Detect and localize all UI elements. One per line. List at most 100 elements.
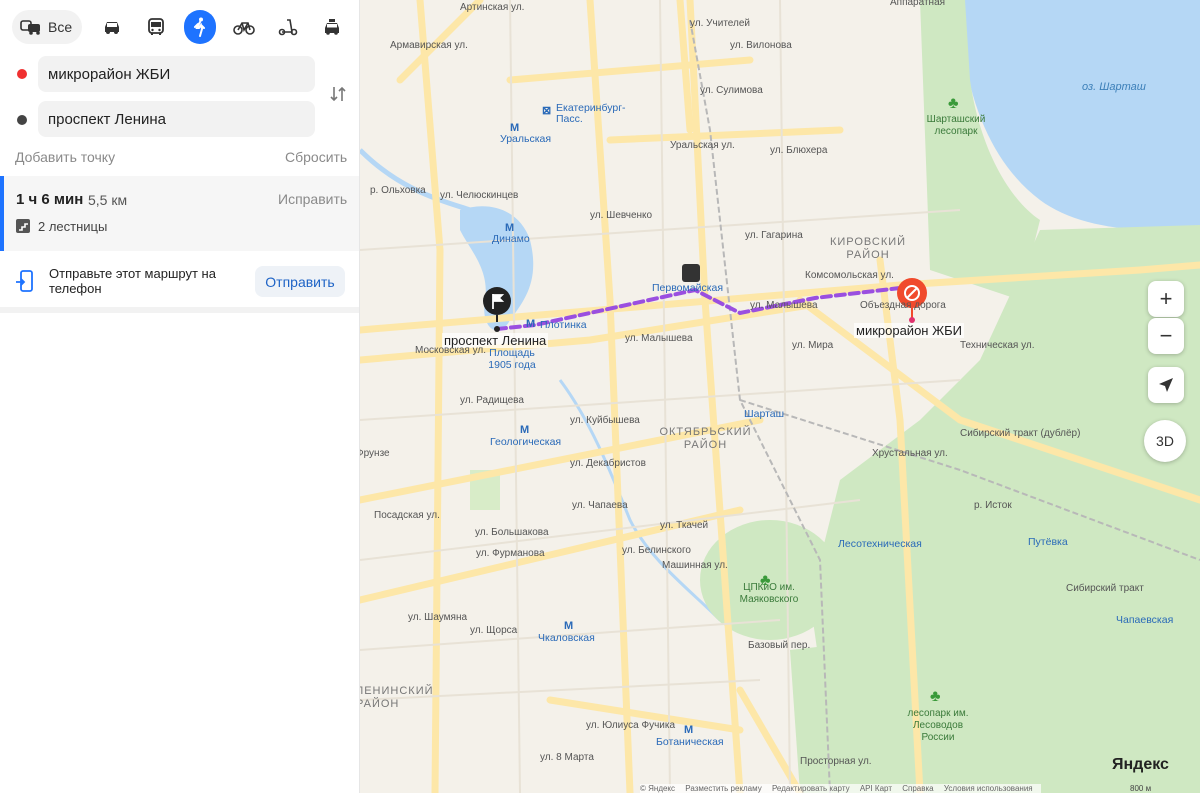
street-label: ул. Малышева (750, 300, 818, 311)
metro-label: Плотинка (540, 319, 587, 331)
view-3d-button[interactable]: 3D (1144, 420, 1186, 462)
street-label: ул. Чапаева (572, 500, 628, 511)
zoom-out-button[interactable]: − (1148, 318, 1184, 354)
street-label: ул. Малышева (625, 333, 693, 344)
route-option-card[interactable]: 1 ч 6 мин 5,5 км Исправить 2 лестницы (0, 176, 359, 251)
district-label: ЛЕНИНСКИЙ РАЙОН (360, 685, 434, 710)
mode-scooter-button[interactable] (272, 10, 304, 44)
street-label: ул. Юлиуса Фучика (586, 720, 676, 731)
destination-place-label: микрорайон ЖБИ (854, 323, 964, 338)
copyright-text: © Яндекс (640, 784, 676, 793)
mode-walk-button[interactable] (184, 10, 217, 44)
street-label: Техническая ул. (960, 340, 1035, 351)
metro-label: Геологическая (490, 436, 562, 448)
park-icon: ♣ (930, 688, 941, 705)
street-label: ул. Радищева (460, 395, 524, 406)
send-to-phone-text: Отправьте этот маршрут на телефон (49, 266, 216, 296)
station-label: Первомайская (652, 282, 724, 294)
locate-me-button[interactable] (1148, 367, 1184, 403)
street-label: Машинная ул. (662, 560, 728, 571)
destination-input[interactable]: проспект Ленина (38, 101, 315, 137)
mode-taxi-button[interactable] (316, 10, 348, 44)
car-bus-icon (20, 20, 40, 35)
mode-all-label: Все (48, 19, 73, 35)
metro-icon: M (526, 318, 536, 330)
river-label: р. Ольховка (370, 185, 426, 196)
street-label: Хрустальная ул. (872, 448, 948, 459)
stairs-icon (16, 219, 30, 233)
river-label: р. Исток (974, 500, 1012, 511)
terms-link[interactable]: Условия использования (944, 784, 1033, 793)
street-label: ул. Гагарина (745, 230, 803, 241)
street-label: ул. 8 Марта (540, 752, 594, 763)
park-label: ЦПКиО им. Маяковского (739, 582, 799, 605)
street-label: ул. Вилонова (730, 40, 792, 51)
district-label: КИРОВСКИЙ РАЙОН (829, 236, 907, 261)
reset-link[interactable]: Сбросить (285, 149, 347, 165)
swap-points-icon[interactable] (328, 84, 348, 104)
mode-car-button[interactable] (96, 10, 128, 44)
district-label: ОКТЯБРЬСКИЙ РАЙОН (659, 426, 752, 451)
station-label: Путёвка (1028, 536, 1068, 548)
lake-label: оз. Шарташ (1082, 81, 1146, 93)
ads-link[interactable]: Разместить рекламу (685, 784, 761, 793)
street-label: Уральская ул. (670, 140, 735, 151)
metro-icon: M (520, 424, 530, 436)
edit-map-link[interactable]: Редактировать карту (772, 784, 850, 793)
park-label: лесопарк им. Лесоводов России (907, 708, 969, 743)
send-button[interactable]: Отправить (255, 266, 345, 297)
street-label: ул. Большакова (475, 527, 549, 538)
rail-station-icon: ⊠ (542, 105, 552, 117)
street-label: ул. Белинского (622, 545, 691, 556)
taxi-icon (325, 19, 340, 35)
street-label: Сибирский тракт (дублёр) (960, 428, 1081, 439)
transport-modes: Все (12, 10, 360, 44)
street-label: Базовый пер. (748, 640, 811, 651)
route-duration: 1 ч 6 мин (16, 191, 84, 208)
street-label: ул. Челюскинцев (440, 190, 519, 201)
street-label: ул. Сулимова (700, 85, 763, 96)
stairs-marker-icon (682, 264, 700, 282)
car-icon (105, 22, 120, 34)
street-label: Комсомольская ул. (805, 270, 894, 281)
mode-all-button[interactable]: Все (12, 10, 83, 44)
street-label: ул. Ткачей (660, 520, 709, 531)
street-label: Аппаратная (890, 0, 946, 8)
street-label: Посадская ул. (374, 510, 440, 521)
street-label: ул. Блюхера (770, 145, 828, 156)
station-label: Шарташ (744, 408, 785, 420)
street-label: Фрунзе (360, 448, 390, 459)
zoom-in-button[interactable]: + (1148, 281, 1184, 317)
street-label: ул. Шевченко (590, 210, 653, 221)
add-point-link[interactable]: Добавить точку (15, 149, 115, 165)
help-link[interactable]: Справка (902, 784, 933, 793)
mode-bus-button[interactable] (140, 10, 172, 44)
mode-bicycle-button[interactable] (228, 10, 260, 44)
street-label: Московская ул. (415, 345, 486, 356)
map-scale: 800 м (1130, 784, 1152, 793)
metro-label: Уральская (500, 133, 552, 145)
street-label: Артинская ул. (460, 2, 525, 13)
street-label: ул. Учителей (690, 18, 750, 29)
street-label: ул. Фурманова (476, 548, 545, 559)
bicycle-icon (233, 22, 255, 35)
origin-input[interactable]: микрорайон ЖБИ (38, 56, 315, 92)
square-label: Площадь 1905 года (488, 347, 536, 371)
fix-route-link[interactable]: Исправить (278, 191, 347, 207)
origin-marker-icon (17, 69, 27, 79)
metro-icon: M (684, 724, 694, 736)
map-canvas[interactable]: M M M M M M ⊠ ♣ ♣ ♣ Артинская ул. Армави… (360, 0, 1200, 793)
metro-label: Динамо (492, 233, 530, 245)
station-label: Чапаевская (1116, 614, 1174, 626)
map-footer: © Яндекс Разместить рекламу Редактироват… (640, 784, 1041, 793)
metro-icon: M (510, 122, 520, 134)
metro-icon: M (564, 620, 574, 632)
street-label: ул. Мира (792, 340, 834, 351)
route-stairs-count: 2 лестницы (38, 219, 108, 234)
route-distance: 5,5 км (88, 192, 128, 208)
scooter-icon (278, 19, 298, 36)
pedestrian-icon (194, 17, 206, 37)
api-link[interactable]: API Карт (860, 784, 892, 793)
bus-icon (148, 18, 165, 35)
station-label: Екатеринбург-Пасс. (556, 102, 626, 125)
